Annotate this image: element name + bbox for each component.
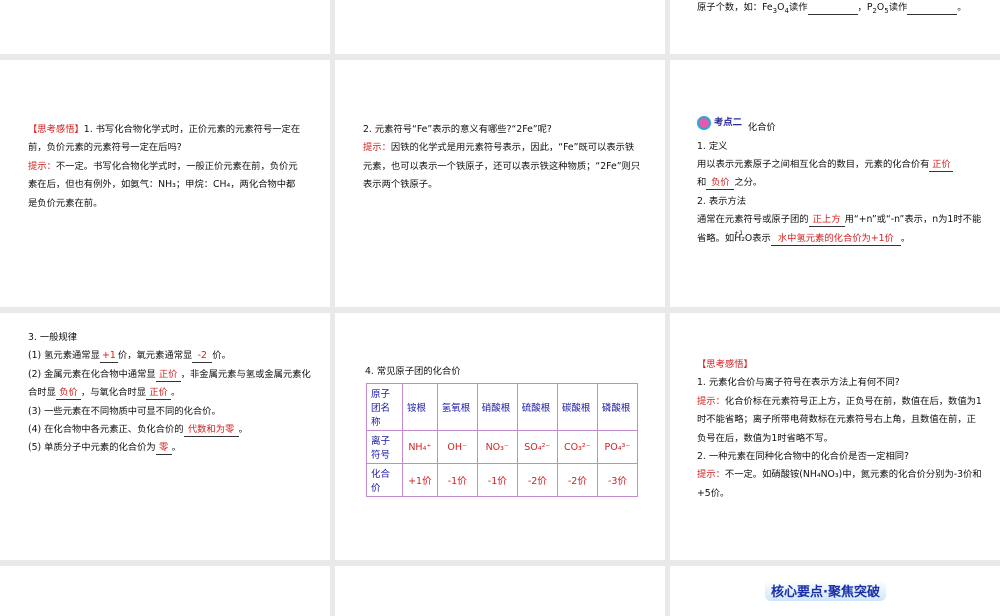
slide-thumbnail[interactable]: 4. 常见原子团的化合价 原子团名称 铵根 氢氧根 硝酸根 硫酸根 碳酸根 磷酸根 离子符号…	[335, 313, 665, 560]
slide-thumbnail[interactable]	[0, 0, 330, 54]
slide-thumbnail[interactable]: 2. 元素符号“Fe”表示的意义有哪些?“2Fe”呢? 提示：因铁的化学式是用元素…	[335, 60, 665, 307]
slide-thumbnail[interactable]	[0, 566, 330, 616]
slide-text: 原子个数，如：Fe3O4读作 ，P2O5读作 。	[697, 2, 967, 15]
slide-text: 考点二 化合价 1. 定义 用以表示元素原子之间相互化合的数目，元素的化合价有正…	[697, 114, 982, 248]
radical-valence-table: 原子团名称 铵根 氢氧根 硝酸根 硫酸根 碳酸根 磷酸根 离子符号 NH₄⁺ OH⁻ NO₃⁻ SO…	[366, 383, 639, 497]
slide-text: 【思考感悟】 1. 元素化合价与离子符号在表示方法上有何不同? 提示：化合价标在…	[697, 359, 982, 499]
slide-text: 【思考感悟】1. 书写化合物化学式时，正价元素的元素符号一定在前，负价元素的元素…	[28, 124, 301, 209]
slide-text: 2. 元素符号“Fe”表示的意义有哪些?“2Fe”呢? 提示：因铁的化学式是用元素…	[363, 124, 641, 191]
badge-icon	[697, 116, 711, 131]
slide-text: 3. 一般规律 (1) 氢元素通常显 +1 价，氧元素通常显 -2 价。 (2) 金属元…	[28, 332, 311, 456]
slide-thumbnail[interactable]: 核心要点·聚焦突破	[670, 566, 1000, 616]
slide-thumbnail[interactable]: 【思考感悟】1. 书写化合物化学式时，正价元素的元素符号一定在前，负价元素的元素…	[0, 60, 330, 307]
table-row: 离子符号 NH₄⁺ OH⁻ NO₃⁻ SO₄²⁻ CO₃²⁻ PO₄³⁻	[366, 430, 639, 464]
section-badge: 考点二	[697, 114, 742, 132]
slide-thumbnail[interactable]	[335, 566, 665, 616]
slide-thumbnail[interactable]	[335, 0, 665, 54]
table-row: 化合价 +1价 -1价 -1价 -2价 -2价 -3价	[366, 463, 639, 497]
slide-heading: 4. 常见原子团的化合价	[365, 366, 461, 377]
slide-thumbnail[interactable]: 考点二 化合价 1. 定义 用以表示元素原子之间相互化合的数目，元素的化合价有正…	[670, 60, 1000, 307]
slide-thumbnail[interactable]: 3. 一般规律 (1) 氢元素通常显 +1 价，氧元素通常显 -2 价。 (2) 金属元…	[0, 313, 330, 560]
slide-thumbnail[interactable]: 【思考感悟】 1. 元素化合价与离子符号在表示方法上有何不同? 提示：化合价标在…	[670, 313, 1000, 560]
slide-thumbnail[interactable]: 原子个数，如：Fe3O4读作 ，P2O5读作 。	[670, 0, 1000, 54]
section-banner: 核心要点·聚焦突破	[765, 580, 886, 601]
table-row: 原子团名称 铵根 氢氧根 硝酸根 硫酸根 碳酸根 磷酸根	[366, 383, 639, 431]
